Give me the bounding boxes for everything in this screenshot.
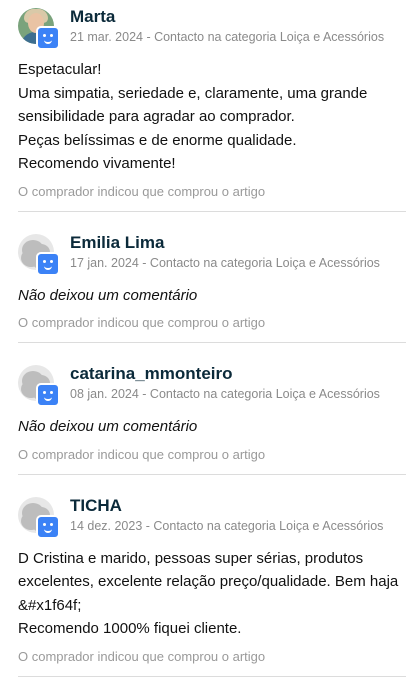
review-comment: Não deixou um comentário <box>18 286 198 304</box>
review-date-category: 17 jan. 2024 - Contacto na categoria Loi… <box>70 255 380 270</box>
review-comment: Espetacular! Uma simpatia, seriedade e, … <box>18 61 368 172</box>
review-header: TICHA 14 dez. 2023 - Contacto na categor… <box>18 496 406 541</box>
bot-badge-icon <box>36 383 60 407</box>
avatar[interactable] <box>18 496 60 539</box>
bot-badge-icon <box>36 514 60 539</box>
reviewer-name[interactable]: catarina_mmonteiro <box>70 364 406 384</box>
review-comment: D Cristina e marido, pessoas super séria… <box>18 549 399 638</box>
purchase-note: O comprador indicou que comprou o artigo <box>18 446 266 462</box>
reviewer-name[interactable]: Emilia Lima <box>70 233 406 253</box>
reviewer-name[interactable]: Marta <box>70 7 406 27</box>
review-item: TICHA 14 dez. 2023 - Contacto na categor… <box>18 475 406 677</box>
bot-badge-icon <box>36 26 60 50</box>
purchase-note: O comprador indicou que comprou o artigo <box>18 648 266 664</box>
review-date-category: 14 dez. 2023 - Contacto na categoria Loi… <box>70 518 384 533</box>
review-comment: Não deixou um comentário <box>18 418 198 435</box>
purchase-note: O comprador indicou que comprou o artigo <box>18 315 266 330</box>
review-header: Marta 21 mar. 2024 - Contacto na categor… <box>18 7 406 52</box>
review-date-category: 21 mar. 2024 - Contacto na categoria Loi… <box>70 30 385 44</box>
review-item: Marta 21 mar. 2024 - Contacto na categor… <box>18 0 406 212</box>
avatar[interactable] <box>18 365 60 407</box>
avatar[interactable] <box>18 233 60 276</box>
reviewer-name[interactable]: TICHA <box>70 496 406 516</box>
purchase-note: O comprador indicou que comprou o artigo <box>18 183 266 199</box>
review-item: catarina_mmonteiro 08 jan. 2024 - Contac… <box>18 343 406 475</box>
bot-badge-icon <box>36 251 60 276</box>
avatar[interactable] <box>18 8 60 50</box>
review-item: Emilia Lima 17 jan. 2024 - Contacto na c… <box>18 212 406 343</box>
review-header: Emilia Lima 17 jan. 2024 - Contacto na c… <box>18 233 406 278</box>
review-header: catarina_mmonteiro 08 jan. 2024 - Contac… <box>18 364 406 409</box>
review-date-category: 08 jan. 2024 - Contacto na categoria Loi… <box>70 387 380 401</box>
